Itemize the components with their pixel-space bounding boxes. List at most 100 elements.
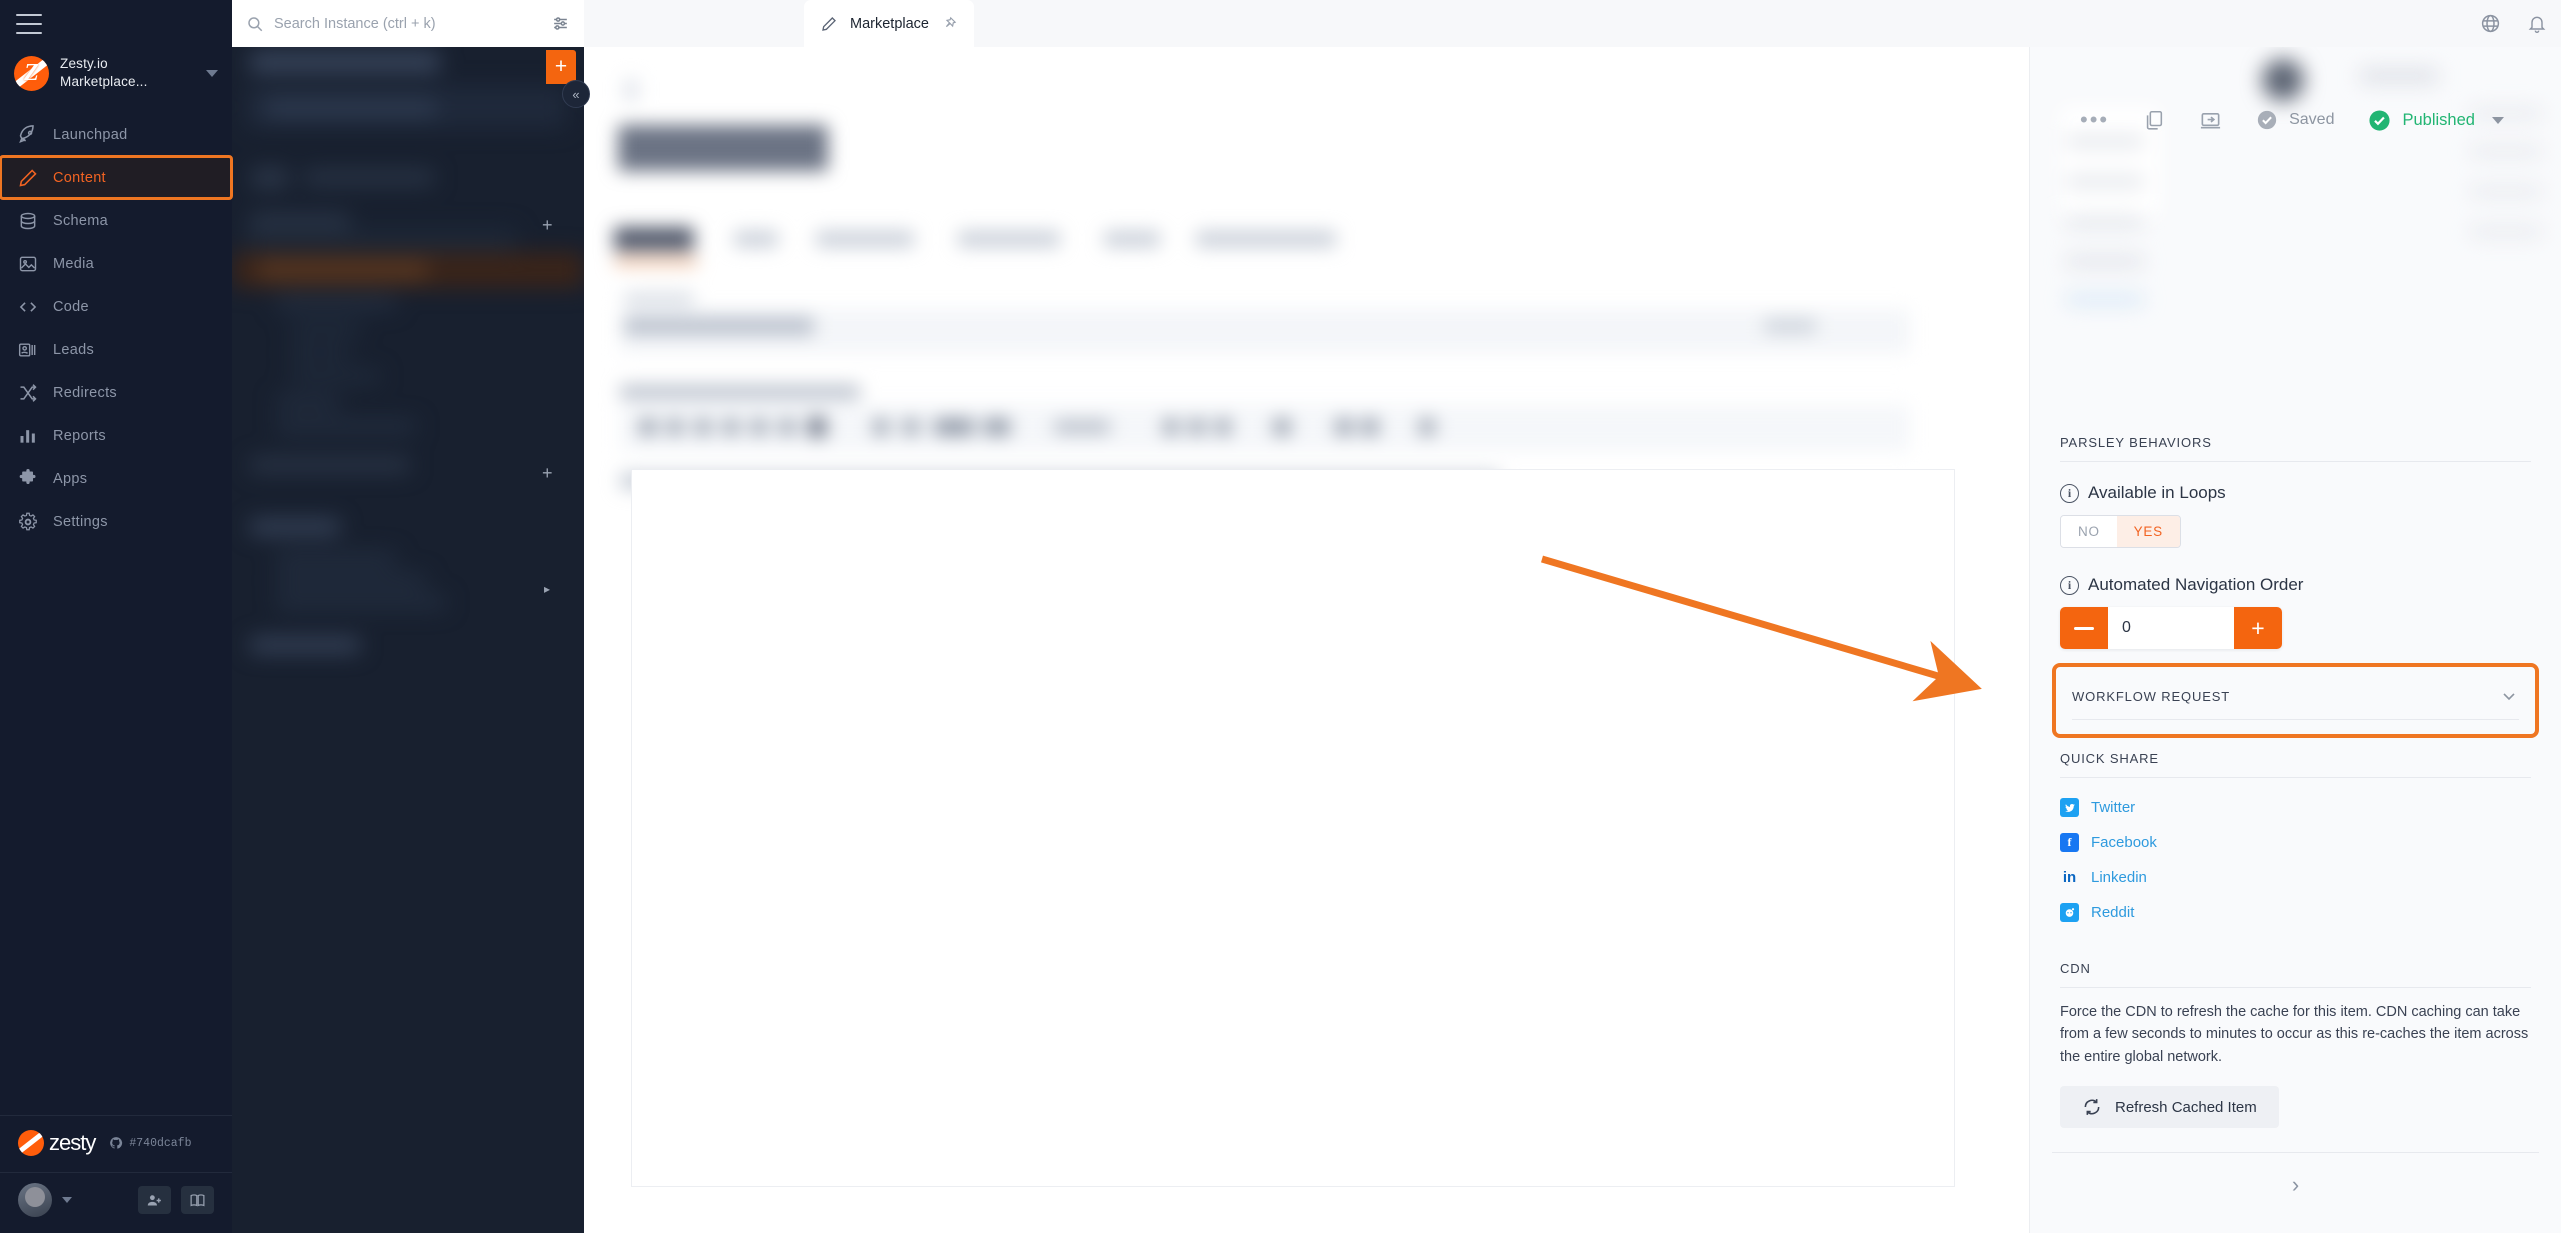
share-twitter[interactable]: Twitter	[2060, 790, 2531, 825]
share-twitter-label: Twitter	[2091, 799, 2136, 816]
twitter-icon	[2060, 798, 2079, 817]
contact-card-icon	[18, 343, 36, 357]
sidebar-item-leads[interactable]: Leads	[0, 328, 232, 371]
rich-text-editor-canvas[interactable]	[631, 469, 1955, 1187]
sidebar-header	[0, 0, 232, 47]
docs-button[interactable]	[181, 1186, 214, 1214]
zesty-manager-app: Z Zesty.io Marketplace... Launchpad Cont…	[0, 0, 2561, 1233]
sidebar-item-code[interactable]: Code	[0, 285, 232, 328]
code-brackets-icon	[19, 302, 37, 312]
instance-switcher[interactable]: Z Zesty.io Marketplace...	[0, 47, 232, 107]
zesty-logo-icon: Z	[14, 55, 49, 91]
toggle-option-yes[interactable]: YES	[2116, 516, 2180, 547]
workflow-request-title: WORKFLOW REQUEST	[2072, 688, 2231, 704]
sidebar-footer: zesty #740dcafb	[0, 1115, 232, 1233]
nav-order-stepper[interactable]: 0 +	[2060, 607, 2282, 649]
info-icon[interactable]: i	[2060, 483, 2079, 503]
saved-label: Saved	[2289, 111, 2335, 128]
chevron-down-icon[interactable]	[2499, 686, 2519, 706]
sidebar-item-media[interactable]: Media	[0, 242, 232, 285]
nav-order-label: Automated Navigation Order	[2088, 575, 2304, 594]
tree-add-item-icon[interactable]: +	[542, 463, 553, 484]
tab-label: Marketplace	[850, 15, 929, 32]
sidebar-label-launchpad: Launchpad	[53, 126, 128, 143]
content-tree-blurred-content	[232, 0, 584, 1233]
chevron-down-icon[interactable]	[206, 69, 218, 77]
avatar[interactable]	[18, 1183, 52, 1217]
bar-chart-icon	[20, 430, 35, 443]
nav-order-value[interactable]: 0	[2108, 619, 2234, 637]
sidebar-label-content: Content	[53, 169, 106, 186]
toggle-option-no[interactable]: NO	[2061, 516, 2117, 547]
sidebar-label-redirects: Redirects	[53, 384, 117, 401]
tree-add-group-icon[interactable]: +	[542, 215, 553, 236]
quick-share-section: QUICK SHARE Twitter f Facebook in Linked…	[2030, 738, 2561, 930]
caret-down-icon[interactable]	[2491, 116, 2504, 124]
available-in-loops-toggle[interactable]: NO YES	[2060, 515, 2181, 548]
nav-order-label-row: i Automated Navigation Order	[2060, 575, 2531, 595]
pin-icon	[945, 16, 957, 28]
add-user-button[interactable]	[138, 1186, 171, 1214]
refresh-icon	[2084, 1099, 2100, 1116]
nav-order-increment-button[interactable]: +	[2234, 607, 2282, 649]
pencil-icon	[822, 16, 836, 31]
editor-status-toolbar: ••• Saved Published	[2080, 95, 2504, 145]
sidebar-item-redirects[interactable]: Redirects	[0, 371, 232, 414]
collapse-tree-button[interactable]: «	[562, 80, 590, 108]
parsley-section-title: PARSLEY BEHAVIORS	[2060, 422, 2531, 462]
quick-share-list: Twitter f Facebook in Linkedin Reddit	[2060, 778, 2531, 930]
sidebar-item-apps[interactable]: Apps	[0, 457, 232, 500]
sidebar-label-schema: Schema	[53, 212, 108, 229]
pencil-icon	[19, 169, 37, 187]
search-bar[interactable]	[232, 0, 584, 47]
hamburger-icon[interactable]	[16, 13, 42, 34]
search-input[interactable]	[274, 15, 541, 32]
more-options-button[interactable]: •••	[2080, 109, 2109, 131]
share-facebook[interactable]: f Facebook	[2060, 825, 2531, 860]
bell-icon	[2528, 16, 2546, 33]
commit-hash-text: #740dcafb	[129, 1136, 192, 1150]
refresh-cached-item-button[interactable]: Refresh Cached Item	[2060, 1086, 2279, 1129]
share-facebook-label: Facebook	[2091, 834, 2157, 851]
sidebar-item-schema[interactable]: Schema	[0, 199, 232, 242]
top-bar-right-icons	[2480, 0, 2547, 47]
chevron-down-icon[interactable]	[62, 1197, 72, 1203]
puzzle-icon	[19, 468, 36, 484]
nav-order-decrement-button[interactable]	[2060, 607, 2108, 649]
share-reddit[interactable]: Reddit	[2060, 895, 2531, 930]
preview-icon[interactable]	[2199, 109, 2222, 132]
sidebar-label-media: Media	[53, 255, 94, 272]
facebook-icon: f	[2060, 833, 2079, 852]
tab-marketplace[interactable]: Marketplace	[804, 0, 974, 47]
gear-icon	[19, 512, 37, 531]
available-in-loops-label-row: i Available in Loops	[2060, 483, 2531, 503]
instance-name-line1: Zesty.io	[60, 56, 108, 71]
info-icon[interactable]: i	[2060, 575, 2079, 595]
tree-create-button[interactable]: +	[546, 50, 576, 84]
parsley-behaviors-section: PARSLEY BEHAVIORS i Available in Loops N…	[2030, 422, 2561, 649]
sidebar-item-content[interactable]: Content	[0, 155, 233, 201]
commit-hash: #740dcafb	[109, 1136, 191, 1150]
database-icon	[20, 212, 36, 230]
main-editor	[584, 47, 2029, 1233]
copy-icon[interactable]	[2143, 109, 2165, 131]
rocket-icon	[19, 125, 34, 143]
workflow-request-section[interactable]: WORKFLOW REQUEST	[2052, 663, 2539, 738]
image-icon	[19, 256, 37, 272]
workflow-request-header[interactable]: WORKFLOW REQUEST	[2072, 667, 2519, 720]
published-status[interactable]: Published	[2368, 109, 2504, 132]
share-linkedin[interactable]: in Linkedin	[2060, 860, 2531, 895]
cdn-title: CDN	[2060, 948, 2531, 988]
right-panel-collapse-button[interactable]: ›	[2052, 1152, 2539, 1216]
tree-expand-icon[interactable]: ▸	[544, 582, 550, 596]
sidebar-label-reports: Reports	[53, 427, 106, 444]
github-icon	[110, 1137, 123, 1149]
sidebar-item-launchpad[interactable]: Launchpad	[0, 113, 232, 156]
user-footer	[0, 1172, 232, 1233]
sidebar-item-settings[interactable]: Settings	[0, 500, 232, 543]
reddit-icon	[2060, 903, 2079, 922]
sidebar-nav: Launchpad Content Schema Media Code Lead	[0, 107, 233, 1115]
content-tree-panel[interactable]: + + ▸	[232, 0, 584, 1233]
sidebar-item-reports[interactable]: Reports	[0, 414, 232, 457]
share-reddit-label: Reddit	[2091, 904, 2135, 921]
